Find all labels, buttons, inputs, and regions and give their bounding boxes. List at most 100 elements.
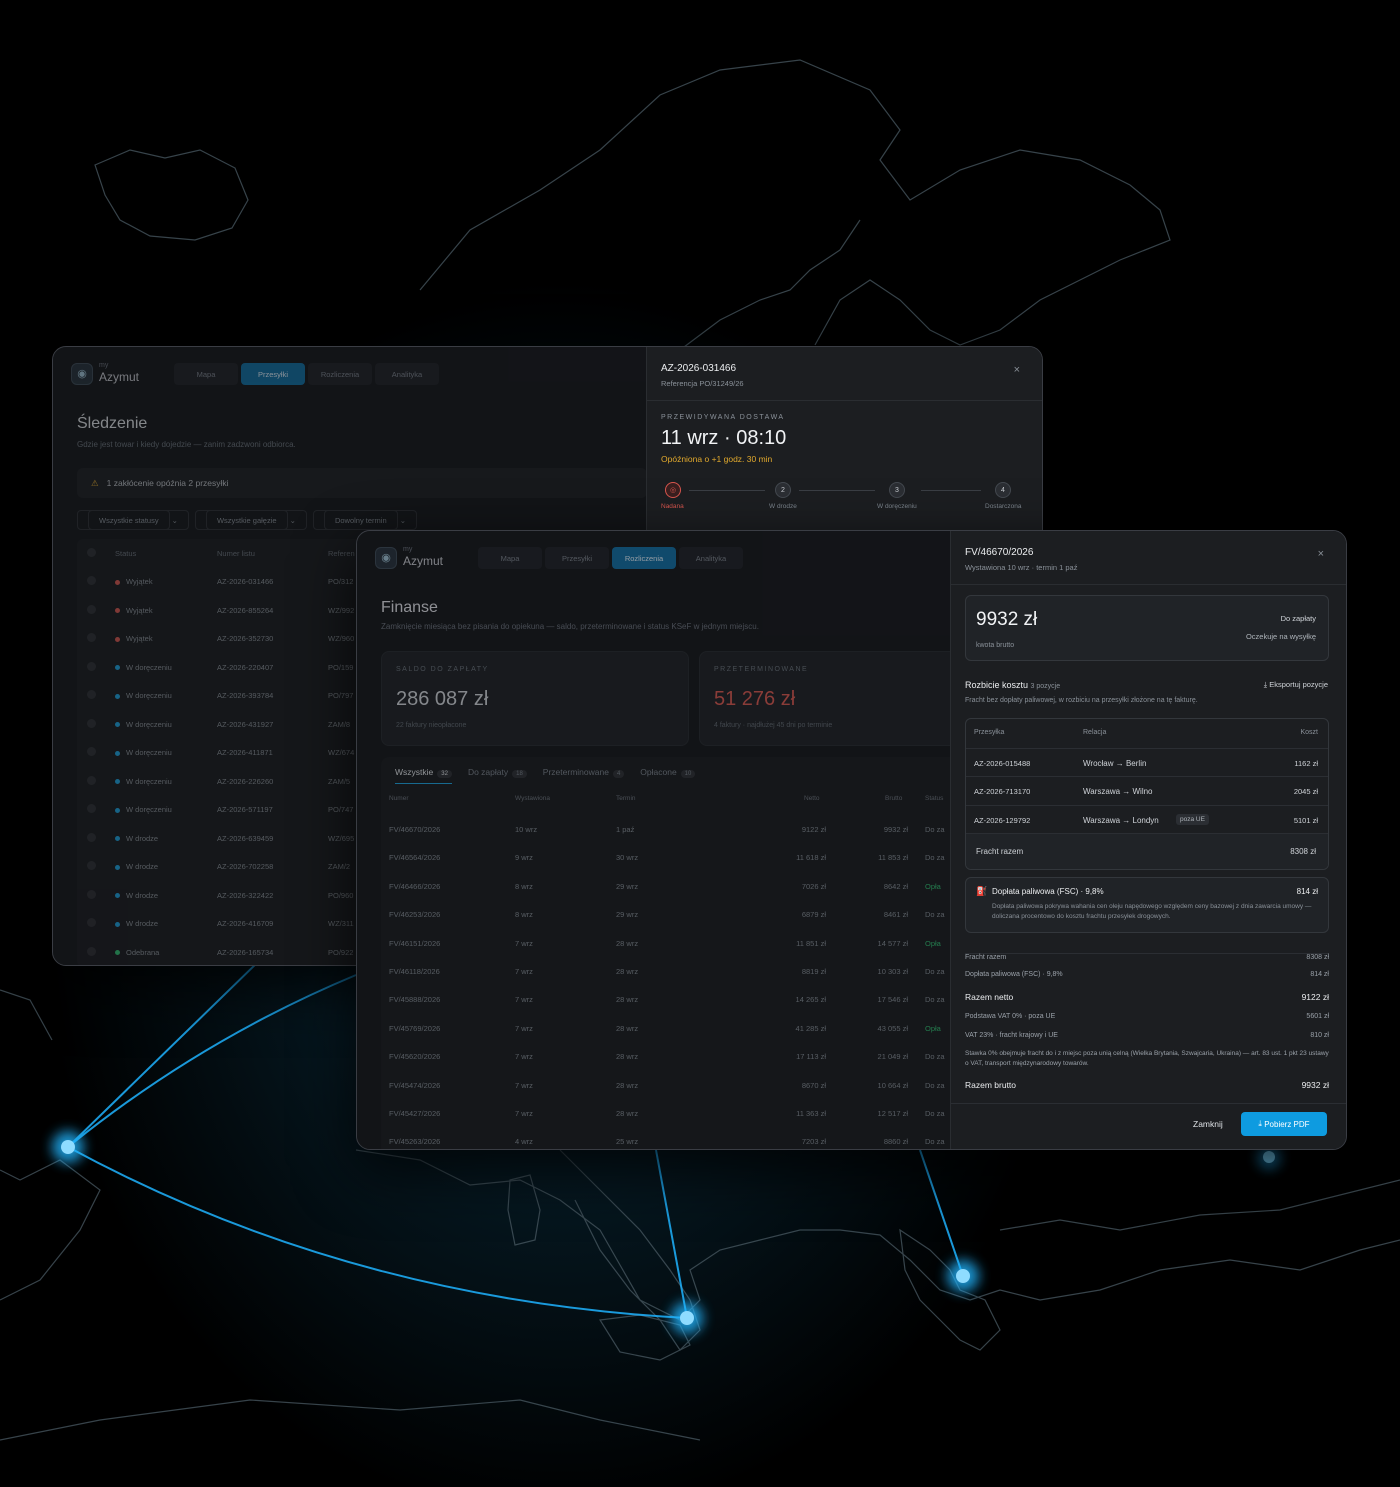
table-row[interactable]: FV/46151/2026 7 wrz 28 wrz 11 851 zł 14 577 … bbox=[381, 929, 971, 957]
cell-gross: 9932 zł bbox=[883, 825, 908, 834]
col-number[interactable]: Numer bbox=[389, 795, 409, 802]
close-button[interactable]: Zamknij bbox=[1193, 1119, 1223, 1129]
filter-branch[interactable]: Wszystkie gałęzie ⌄ bbox=[194, 510, 307, 530]
col-due[interactable]: Termin bbox=[616, 795, 636, 802]
bd-total-value: 8308 zł bbox=[1290, 847, 1316, 856]
export-button[interactable]: ⤓ Eksportuj pozycje bbox=[1264, 680, 1328, 690]
tab-to-pay[interactable]: Do zapłaty 18 bbox=[468, 767, 527, 784]
table-row[interactable]: FV/45620/2026 7 wrz 28 wrz 17 113 zł 21 049 … bbox=[381, 1042, 971, 1070]
breakdown-row[interactable]: AZ-2026-015488 Wrocław → Berlin 1162 zł bbox=[966, 747, 1328, 777]
tab-overdue[interactable]: Przeterminowane 4 bbox=[543, 767, 625, 784]
cell-status: Do za bbox=[925, 825, 945, 834]
table-row[interactable]: FV/45263/2026 4 wrz 25 wrz 7203 zł 8860 zł Do… bbox=[381, 1127, 971, 1149]
table-row[interactable]: FV/45474/2026 7 wrz 28 wrz 8670 zł 10 664 zł… bbox=[381, 1071, 971, 1099]
tab-all-label: Wszystkie bbox=[395, 767, 434, 777]
cell-status: Opła bbox=[925, 1023, 941, 1033]
tab-paid-count: 10 bbox=[680, 770, 696, 778]
tab-paid-label: Opłacone bbox=[640, 767, 677, 777]
cell-status: Do za bbox=[925, 967, 945, 976]
filter-date-label: Dowolny termin bbox=[323, 510, 398, 530]
cell-issued: 7 wrz bbox=[515, 938, 533, 948]
tab-paid[interactable]: Opłacone 10 bbox=[640, 767, 696, 784]
britain-edge bbox=[0, 989, 53, 1041]
nav-analytics[interactable]: Analityka bbox=[679, 547, 743, 569]
col-net[interactable]: Netto bbox=[804, 795, 820, 802]
table-row[interactable]: FV/46118/2026 7 wrz 28 wrz 8819 zł 10 303 zł… bbox=[381, 957, 971, 985]
step-2-label: W drodze bbox=[769, 503, 797, 510]
amount-summary: 9932 zł kwota brutto Do zapłaty Oczekuje… bbox=[965, 595, 1329, 661]
payment-status: Do zapłaty bbox=[1280, 614, 1316, 623]
col-status[interactable]: Status bbox=[925, 795, 943, 802]
table-row[interactable]: FV/45888/2026 7 wrz 28 wrz 14 265 zł 17 546 … bbox=[381, 985, 971, 1013]
nav-map[interactable]: Mapa bbox=[174, 363, 238, 385]
nav-map[interactable]: Mapa bbox=[478, 547, 542, 569]
table-row[interactable]: FV/46253/2026 8 wrz 29 wrz 6879 zł 8461 zł Do… bbox=[381, 900, 971, 928]
row-status-label: W doręczeniu bbox=[126, 776, 172, 786]
bd-col-route: Relacja bbox=[1083, 729, 1107, 736]
close-icon[interactable]: × bbox=[1014, 364, 1020, 376]
row-status: W doręczeniu bbox=[115, 805, 217, 814]
col-ref[interactable]: Referen bbox=[328, 549, 355, 558]
brand[interactable]: my Azymut bbox=[99, 362, 139, 385]
filter-status[interactable]: Wszystkie statusy ⌄ bbox=[77, 510, 189, 530]
breakdown-row[interactable]: AZ-2026-713170 Warszawa → Wilno 2045 zł bbox=[966, 776, 1328, 805]
kpi-balance[interactable]: SALDO DO ZAPŁATY 286 087 zł 22 faktury n… bbox=[381, 651, 689, 746]
brand[interactable]: my Azymut bbox=[403, 546, 443, 569]
table-row[interactable]: FV/45769/2026 7 wrz 28 wrz 41 285 zł 43 055 … bbox=[381, 1014, 971, 1042]
filter-date[interactable]: Dowolny termin ⌄ bbox=[312, 510, 418, 530]
brand-pre: my bbox=[99, 362, 109, 369]
status-dot bbox=[115, 636, 120, 642]
col-number[interactable]: Numer listu bbox=[217, 549, 328, 558]
alert-text: 1 zakłócenie opóźnia 2 przesyłki bbox=[106, 478, 229, 488]
fuel-surcharge-box: ⛽ Dopłata paliwowa (FSC) · 9,8% 814 zł D… bbox=[965, 877, 1329, 933]
step-4: 4 bbox=[995, 482, 1011, 498]
nav-settlements[interactable]: Rozliczenia bbox=[308, 363, 372, 385]
bd-shipment: AZ-2026-015488 bbox=[974, 758, 1031, 768]
kpi-overdue-note: 4 faktury · najdłużej 45 dni po terminie bbox=[714, 722, 833, 729]
status-dot bbox=[115, 779, 120, 785]
cell-gross: 21 049 zł bbox=[877, 1052, 908, 1062]
nav-settlements[interactable]: Rozliczenia bbox=[612, 547, 676, 569]
breakdown-row[interactable]: AZ-2026-129792 Warszawa → Londyn poza UE 51… bbox=[966, 804, 1328, 834]
sum-net-label: Razem netto bbox=[965, 992, 1014, 1002]
nav-shipments[interactable]: Przesyłki bbox=[545, 547, 609, 569]
bd-route: Wrocław → Berlin bbox=[1083, 758, 1147, 768]
greece-outline bbox=[899, 1228, 1001, 1351]
nav-analytics[interactable]: Analityka bbox=[375, 363, 439, 385]
step-2: 2 bbox=[775, 482, 791, 498]
node-greece bbox=[956, 1269, 970, 1283]
table-row[interactable]: FV/46564/2026 9 wrz 30 wrz 11 618 zł 11 853 … bbox=[381, 843, 971, 871]
close-icon[interactable]: × bbox=[1318, 548, 1324, 560]
cell-due: 28 wrz bbox=[616, 1052, 639, 1062]
download-pdf-label: Pobierz PDF bbox=[1264, 1119, 1310, 1129]
row-ref: PO/922 bbox=[328, 947, 354, 957]
tab-all[interactable]: Wszystkie 32 bbox=[395, 767, 452, 784]
row-status-label: W doręczeniu bbox=[126, 805, 172, 815]
cell-due: 28 wrz bbox=[616, 1023, 639, 1033]
row-ref: ZAM/8 bbox=[328, 719, 351, 729]
status-dot bbox=[115, 693, 120, 699]
row-ref: WZ/695 bbox=[328, 833, 355, 843]
col-issued[interactable]: Wystawiona bbox=[515, 795, 550, 802]
cell-net: 17 113 zł bbox=[796, 1052, 826, 1062]
cell-issued: 7 wrz bbox=[515, 1080, 533, 1090]
sum-freight: Fracht razem 8308 zł bbox=[965, 953, 1329, 961]
col-status[interactable]: Status bbox=[115, 549, 217, 558]
cell-status: Do za bbox=[925, 1080, 945, 1090]
cell-status: Opła bbox=[925, 938, 941, 948]
nav-shipments[interactable]: Przesyłki bbox=[241, 363, 305, 385]
kpi-balance-note: 22 faktury nieopłacone bbox=[396, 722, 467, 729]
table-row[interactable]: FV/45427/2026 7 wrz 28 wrz 11 363 zł 12 517 … bbox=[381, 1099, 971, 1127]
download-pdf-button[interactable]: ⤓ Pobierz PDF bbox=[1241, 1112, 1327, 1136]
cell-net: 6879 zł bbox=[801, 910, 826, 920]
col-gross[interactable]: Brutto bbox=[885, 795, 902, 802]
cell-issued: 7 wrz bbox=[515, 1052, 533, 1062]
disruption-alert[interactable]: ⚠ 1 zakłócenie opóźnia 2 przesyłki bbox=[77, 468, 647, 498]
cell-gross: 12 517 zł bbox=[877, 1109, 908, 1118]
cell-due: 1 paź bbox=[616, 825, 635, 834]
row-ref: ZAM/2 bbox=[328, 862, 351, 872]
bd-col-shipment: Przesyłka bbox=[974, 729, 1005, 736]
table-row[interactable]: FV/46466/2026 8 wrz 29 wrz 7026 zł 8642 zł Op… bbox=[381, 872, 971, 900]
brand-pre: my bbox=[403, 546, 413, 553]
table-row[interactable]: FV/46670/2026 10 wrz 1 paź 9122 zł 9932 zł Do… bbox=[381, 815, 971, 843]
